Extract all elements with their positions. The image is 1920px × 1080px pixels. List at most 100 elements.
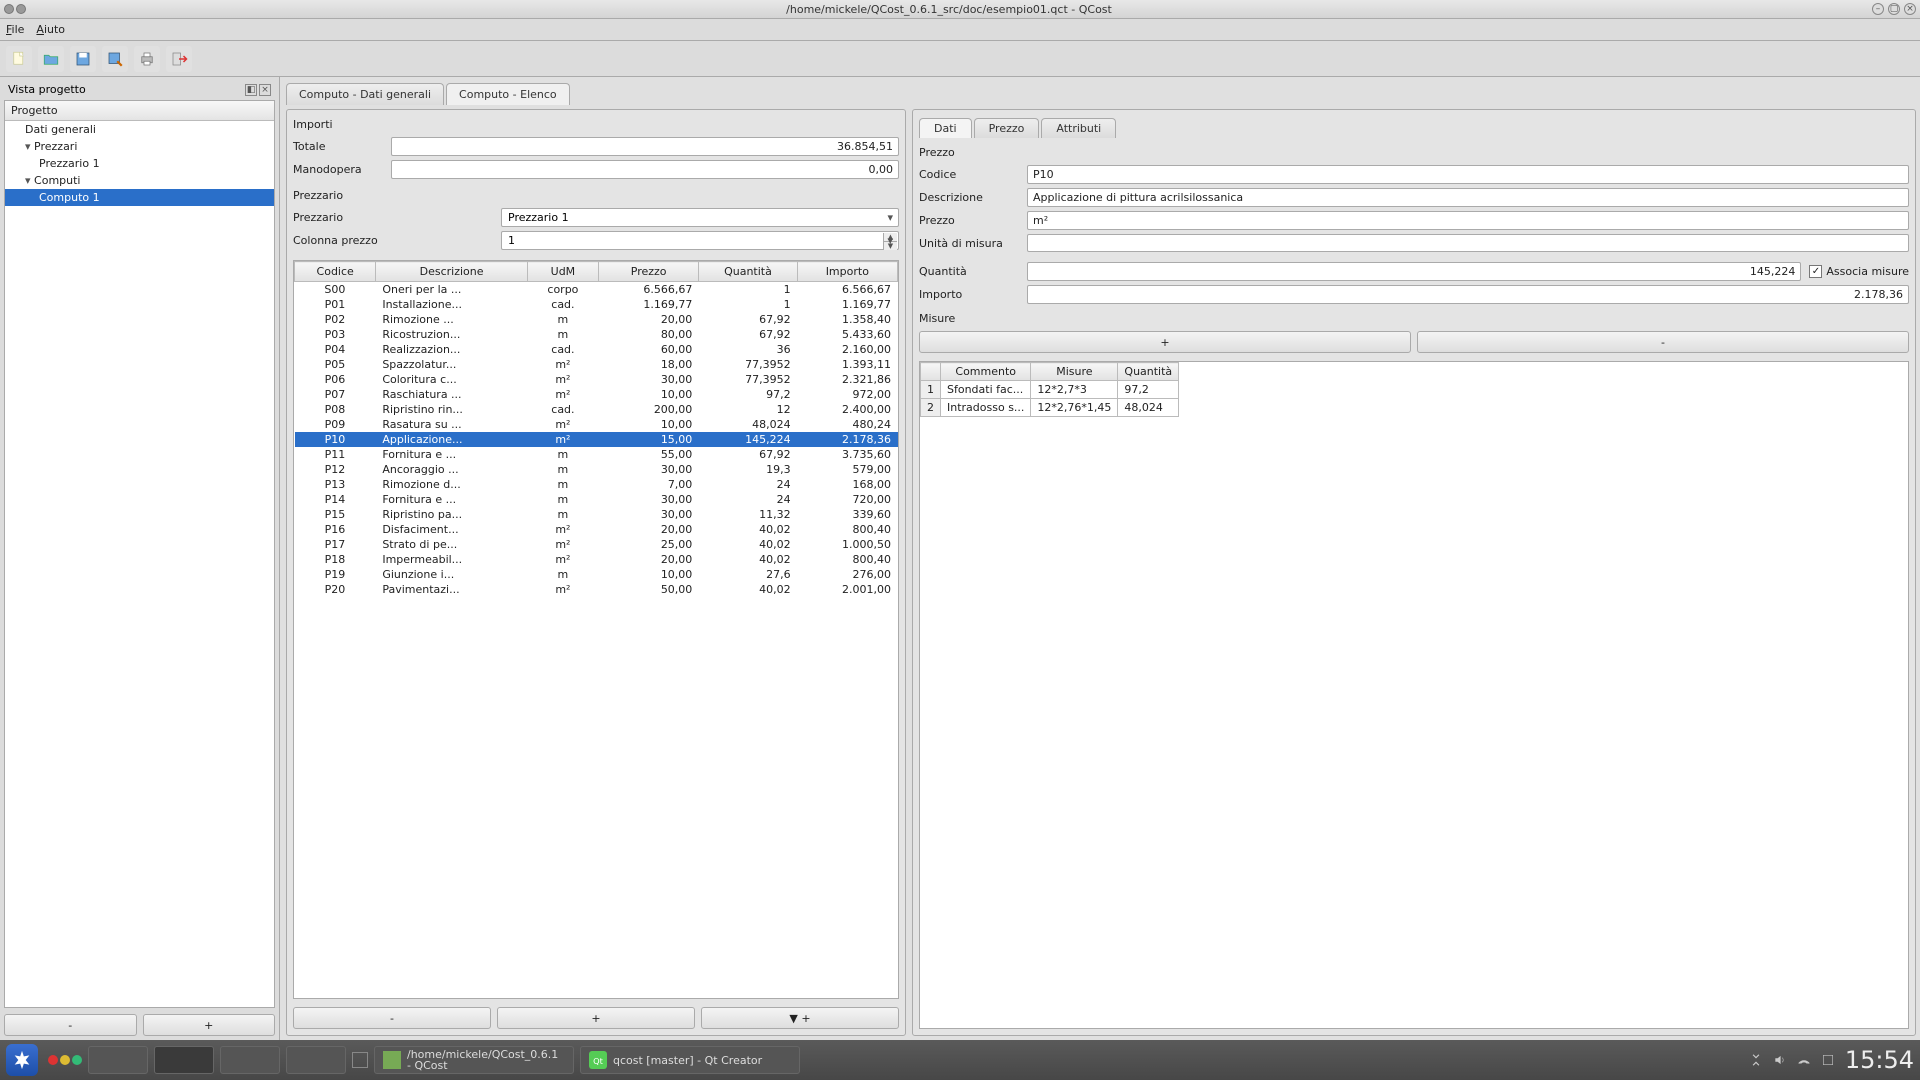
tree-item[interactable]: Computo 1	[5, 189, 274, 206]
table-row[interactable]: P07Raschiatura ...m²10,0097,2972,00	[295, 387, 898, 402]
prezzo-field[interactable]: m²	[1027, 211, 1909, 230]
table-row[interactable]: P06Coloritura c...m²30,0077,39522.321,86	[295, 372, 898, 387]
tree-remove-button[interactable]: -	[4, 1014, 137, 1036]
misure-remove-button[interactable]: -	[1417, 331, 1909, 353]
manodopera-field[interactable]: 0,00	[391, 160, 899, 179]
table-row[interactable]: P15Ripristino pa...m30,0011,32339,60	[295, 507, 898, 522]
table-row[interactable]: P11Fornitura e ...m55,0067,923.735,60	[295, 447, 898, 462]
table-row[interactable]: P14Fornitura e ...m30,0024720,00	[295, 492, 898, 507]
totale-field[interactable]: 36.854,51	[391, 137, 899, 156]
table-row[interactable]: P05Spazzolatur...m²18,0077,39521.393,11	[295, 357, 898, 372]
colonna-prezzo-spinner[interactable]: 1 ▲▼	[501, 231, 899, 250]
column-header[interactable]: Descrizione	[376, 262, 527, 282]
column-header[interactable]: Prezzo	[599, 262, 699, 282]
computo-table[interactable]: CodiceDescrizioneUdMPrezzoQuantitàImport…	[293, 260, 899, 999]
column-header[interactable]: Importo	[797, 262, 897, 282]
exit-icon[interactable]	[166, 46, 192, 72]
codice-field[interactable]: P10	[1027, 165, 1909, 184]
tab-dati-generali[interactable]: Computo - Dati generali	[286, 83, 444, 105]
um-field[interactable]	[1027, 234, 1909, 252]
taskbar-item-qcost[interactable]: /home/mickele/QCost_0.6.1 - QCost	[374, 1046, 574, 1074]
clock[interactable]: 15:54	[1845, 1046, 1914, 1074]
menu-aiuto[interactable]: Aiuto	[36, 23, 65, 36]
tab-elenco[interactable]: Computo - Elenco	[446, 83, 570, 105]
saveas-icon[interactable]	[102, 46, 128, 72]
tree-item[interactable]: Computi	[5, 172, 274, 189]
associa-checkbox[interactable]: ✓ Associa misure	[1809, 265, 1909, 278]
table-row[interactable]: P10Applicazione...m²15,00145,2242.178,36	[295, 432, 898, 447]
misure-add-button[interactable]: +	[919, 331, 1411, 353]
detail-tab-dati[interactable]: Dati	[919, 118, 972, 138]
table-row[interactable]: P02Rimozione ...m20,0067,921.358,40	[295, 312, 898, 327]
panel-float-icon[interactable]: ◧	[245, 84, 257, 96]
table-row[interactable]: P13Rimozione d...m7,0024168,00	[295, 477, 898, 492]
panel-close-icon[interactable]: ×	[259, 84, 271, 96]
importo-label: Importo	[919, 288, 1019, 301]
totale-label: Totale	[293, 140, 383, 153]
row-remove-button[interactable]: -	[293, 1007, 491, 1029]
pager-slot[interactable]	[220, 1046, 280, 1074]
column-header[interactable]: Commento	[941, 363, 1031, 381]
detail-tab-prezzo[interactable]: Prezzo	[974, 118, 1040, 138]
minimize-button[interactable]: –	[1872, 3, 1884, 15]
close-button[interactable]: ×	[1904, 3, 1916, 15]
row-more-button[interactable]: ▼ +	[701, 1007, 899, 1029]
table-row[interactable]: P08Ripristino rin...cad.200,00122.400,00	[295, 402, 898, 417]
table-row[interactable]: P09Rasatura su ...m²10,0048,024480,24	[295, 417, 898, 432]
column-header[interactable]: Codice	[295, 262, 376, 282]
tree-item[interactable]: Dati generali	[5, 121, 274, 138]
network-tray-icon[interactable]	[1797, 1053, 1811, 1067]
detail-tab-attributi[interactable]: Attributi	[1041, 118, 1116, 138]
pager-slot[interactable]	[88, 1046, 148, 1074]
clipboard-tray-icon[interactable]	[1749, 1053, 1763, 1067]
table-row[interactable]: P17Strato di pe...m²25,0040,021.000,50	[295, 537, 898, 552]
window-title: /home/mickele/QCost_0.6.1_src/doc/esempi…	[26, 3, 1872, 16]
importi-label: Importi	[293, 118, 899, 131]
panel-title: Vista progetto	[8, 83, 86, 96]
notifications-tray-icon[interactable]	[1821, 1053, 1835, 1067]
table-row[interactable]: P01Installazione...cad.1.169,7711.169,77	[295, 297, 898, 312]
table-row[interactable]: S00Oneri per la ...corpo6.566,6716.566,6…	[295, 282, 898, 298]
show-desktop-icon[interactable]	[352, 1052, 368, 1068]
descrizione-field[interactable]: Applicazione di pittura acrilsilossanica	[1027, 188, 1909, 207]
column-header[interactable]: Misure	[1031, 363, 1118, 381]
table-row[interactable]: P19Giunzione i...m10,0027,6276,00	[295, 567, 898, 582]
new-icon[interactable]	[6, 46, 32, 72]
print-icon[interactable]	[134, 46, 160, 72]
table-row[interactable]: 2Intradosso s...12*2,76*1,4548,024	[921, 399, 1179, 417]
column-header[interactable]: UdM	[527, 262, 598, 282]
column-header[interactable]: Quantità	[1118, 363, 1179, 381]
table-row[interactable]: P12Ancoraggio ...m30,0019,3579,00	[295, 462, 898, 477]
pager-slot[interactable]	[286, 1046, 346, 1074]
importo-field[interactable]: 2.178,36	[1027, 285, 1909, 304]
desktop-pager[interactable]	[48, 1055, 82, 1065]
taskbar-item-qtcreator[interactable]: Qt qcost [master] - Qt Creator	[580, 1046, 800, 1074]
tree-item[interactable]: Prezzario 1	[5, 155, 274, 172]
tree-item[interactable]: Prezzari	[5, 138, 274, 155]
prezzario-combo[interactable]: Prezzario 1	[501, 208, 899, 227]
misure-table-wrapper: CommentoMisureQuantità 1Sfondati fac...1…	[919, 361, 1909, 1029]
window-pin-icon[interactable]	[16, 4, 26, 14]
maximize-button[interactable]: ▢	[1888, 3, 1900, 15]
column-header[interactable]: Quantità	[699, 262, 797, 282]
kde-start-button[interactable]	[6, 1044, 38, 1076]
table-row[interactable]: P16Disfaciment...m²20,0040,02800,40	[295, 522, 898, 537]
prezzario-combo-label: Prezzario	[293, 211, 493, 224]
table-row[interactable]: P20Pavimentazi...m²50,0040,022.001,00	[295, 582, 898, 597]
table-row[interactable]: P03Ricostruzion...m80,0067,925.433,60	[295, 327, 898, 342]
table-row[interactable]: P18Impermeabil...m²20,0040,02800,40	[295, 552, 898, 567]
row-add-button[interactable]: +	[497, 1007, 695, 1029]
project-tree[interactable]: Progetto Dati generaliPrezzariPrezzario …	[4, 100, 275, 1008]
volume-tray-icon[interactable]	[1773, 1053, 1787, 1067]
open-icon[interactable]	[38, 46, 64, 72]
menu-file[interactable]: File	[6, 23, 24, 36]
tree-add-button[interactable]: +	[143, 1014, 276, 1036]
window-menu-icon[interactable]	[4, 4, 14, 14]
misure-table[interactable]: CommentoMisureQuantità 1Sfondati fac...1…	[920, 362, 1179, 417]
quantita-field[interactable]: 145,224	[1027, 262, 1801, 281]
table-row[interactable]: 1Sfondati fac...12*2,7*397,2	[921, 381, 1179, 399]
pager-slot[interactable]	[154, 1046, 214, 1074]
save-icon[interactable]	[70, 46, 96, 72]
table-row[interactable]: P04Realizzazion...cad.60,00362.160,00	[295, 342, 898, 357]
column-header[interactable]	[921, 363, 941, 381]
